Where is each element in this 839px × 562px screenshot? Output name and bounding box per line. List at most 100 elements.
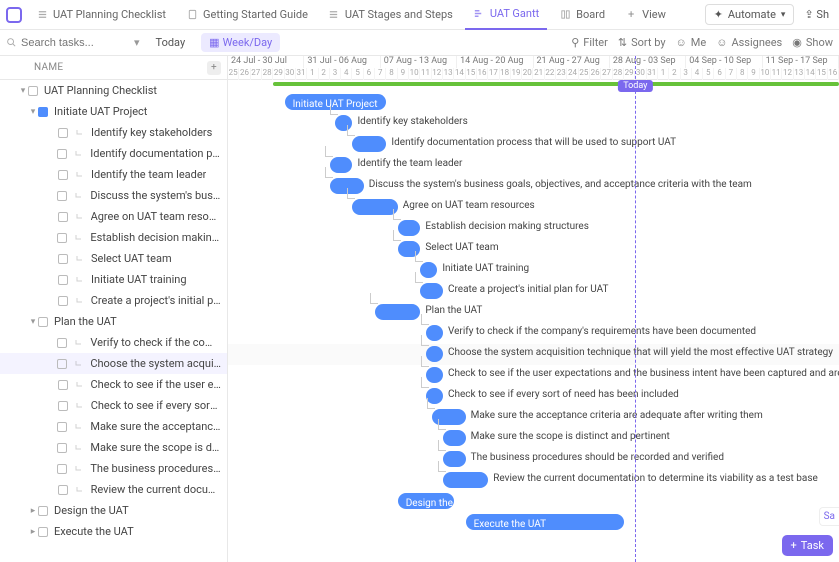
status-square[interactable] <box>57 191 67 201</box>
tab-stages[interactable]: UAT Stages and Steps <box>320 0 461 30</box>
caret-icon[interactable]: ▾ <box>18 86 28 96</box>
save-button[interactable]: Sa <box>819 507 839 526</box>
task-label: Make sure the scope is dis... <box>90 441 221 454</box>
gantt-chart[interactable]: 24 Jul - 30 Jul31 Jul - 06 Aug07 Aug - 1… <box>228 56 839 562</box>
tree-row[interactable]: Verify to check if the comp... <box>0 332 227 353</box>
gantt-bar[interactable] <box>375 304 420 320</box>
tree-row[interactable]: ▸Design the UAT <box>0 500 227 521</box>
status-square[interactable] <box>57 149 67 159</box>
gantt-bar[interactable]: Initiate UAT Project <box>285 94 387 110</box>
tree-row[interactable]: Check to see if every sort ... <box>0 395 227 416</box>
gantt-bar[interactable]: Design the UAT <box>398 493 455 509</box>
tree-row[interactable]: Make sure the acceptance ... <box>0 416 227 437</box>
day-label: 5 <box>703 68 714 80</box>
share-button[interactable]: ⇪ Sh <box>800 5 833 24</box>
gantt-bar[interactable] <box>352 199 397 215</box>
tree-row[interactable]: ▾Plan the UAT <box>0 311 227 332</box>
tree-row[interactable]: Identify key stakeholders <box>0 122 227 143</box>
tab-add-view[interactable]: + View <box>617 0 674 30</box>
tree-row[interactable]: Identify the team leader <box>0 164 227 185</box>
tree-row[interactable]: Initiate UAT training <box>0 269 227 290</box>
tab-board[interactable]: Board <box>551 0 613 30</box>
status-square[interactable] <box>58 380 68 390</box>
caret-icon[interactable]: ▾ <box>28 107 38 117</box>
me-button[interactable]: ☺Me <box>676 36 707 49</box>
status-square[interactable] <box>57 464 67 474</box>
gantt-bar[interactable] <box>398 220 421 236</box>
tab-getting-started[interactable]: Getting Started Guide <box>178 0 316 30</box>
day-label: 30 <box>635 68 646 80</box>
sort-button[interactable]: ⇅Sort by <box>618 36 666 49</box>
automate-button[interactable]: ✦ Automate ▾ <box>705 4 795 25</box>
tree-row[interactable]: Discuss the system's busin... <box>0 185 227 206</box>
day-label: 3 <box>681 68 692 80</box>
day-label: 14 <box>454 68 465 80</box>
status-square[interactable] <box>58 485 68 495</box>
caret-icon[interactable]: ▸ <box>28 506 38 516</box>
tab-checklist[interactable]: UAT Planning Checklist <box>28 0 174 30</box>
caret-icon[interactable]: ▾ <box>28 317 38 327</box>
tree-row[interactable]: Identify documentation pro... <box>0 143 227 164</box>
gantt-bar[interactable] <box>432 409 466 425</box>
status-square[interactable] <box>58 212 68 222</box>
task-label: UAT Planning Checklist <box>44 84 157 97</box>
add-column-button[interactable]: + <box>207 61 221 75</box>
tree-row[interactable]: ▾ UAT Planning Checklist <box>0 80 227 101</box>
tree-row[interactable]: Create a project's initial pl... <box>0 290 227 311</box>
tree-row[interactable]: Make sure the scope is dis... <box>0 437 227 458</box>
dependency-line <box>438 461 446 472</box>
filter-button[interactable]: ⚲Filter <box>571 36 608 49</box>
tree-row[interactable]: Review the current docum... <box>0 479 227 500</box>
status-square[interactable] <box>57 443 67 453</box>
status-square[interactable] <box>58 128 68 138</box>
status-square[interactable] <box>28 86 38 96</box>
gantt-bar[interactable] <box>420 283 443 299</box>
new-task-button[interactable]: + Task <box>782 535 833 556</box>
status-square[interactable] <box>58 296 68 306</box>
tree-row[interactable]: Establish decision making ... <box>0 227 227 248</box>
show-button[interactable]: ◉Show <box>792 36 833 49</box>
gantt-bar[interactable]: Execute the UAT <box>466 514 624 530</box>
task-tree[interactable]: ▾ UAT Planning Checklist ▾Initiate UAT Pro… <box>0 80 227 562</box>
tab-gantt[interactable]: UAT Gantt <box>465 0 547 30</box>
status-square[interactable] <box>58 170 68 180</box>
list-icon <box>36 9 48 21</box>
gantt-row: Choose the system acquisition technique … <box>228 344 839 365</box>
status-square[interactable] <box>58 254 68 264</box>
dependency-line <box>325 146 333 157</box>
status-square[interactable] <box>57 422 67 432</box>
status-square[interactable] <box>38 527 48 537</box>
tree-row[interactable]: Choose the system acquisi... <box>0 353 227 374</box>
tree-row[interactable]: Select UAT team <box>0 248 227 269</box>
search-input[interactable] <box>21 37 111 49</box>
status-square[interactable] <box>38 107 48 117</box>
gantt-bar[interactable] <box>330 157 353 173</box>
tree-row[interactable]: The business procedures s... <box>0 458 227 479</box>
assignees-button[interactable]: ☺Assignees <box>716 36 782 49</box>
status-square[interactable] <box>38 317 48 327</box>
today-button[interactable]: Today <box>148 33 194 52</box>
gantt-bar[interactable] <box>352 136 386 152</box>
day-label: 15 <box>466 68 477 80</box>
search-expand[interactable]: ▾ <box>134 36 140 49</box>
status-square[interactable] <box>38 506 48 516</box>
day-label: 2 <box>669 68 680 80</box>
search-icon <box>6 37 17 48</box>
day-label: 17 <box>488 68 499 80</box>
caret-icon[interactable]: ▸ <box>28 527 38 537</box>
range-button[interactable]: ▦Week/Day <box>201 33 280 52</box>
tree-row[interactable]: ▾Initiate UAT Project <box>0 101 227 122</box>
status-square[interactable] <box>57 233 67 243</box>
gantt-row: Make sure the acceptance criteria are ad… <box>228 407 839 428</box>
status-square[interactable] <box>57 338 67 348</box>
gantt-bar[interactable] <box>443 430 466 446</box>
status-square[interactable] <box>58 275 68 285</box>
status-square[interactable] <box>58 401 68 411</box>
tree-row[interactable]: ▸Execute the UAT <box>0 521 227 542</box>
tree-row[interactable]: Agree on UAT team resour... <box>0 206 227 227</box>
tree-row[interactable]: Check to see if the user ex... <box>0 374 227 395</box>
gantt-bar[interactable] <box>443 451 466 467</box>
status-square[interactable] <box>57 359 67 369</box>
gantt-bar[interactable] <box>443 472 488 488</box>
gantt-row: Create a project's initial plan for UAT <box>228 281 839 302</box>
